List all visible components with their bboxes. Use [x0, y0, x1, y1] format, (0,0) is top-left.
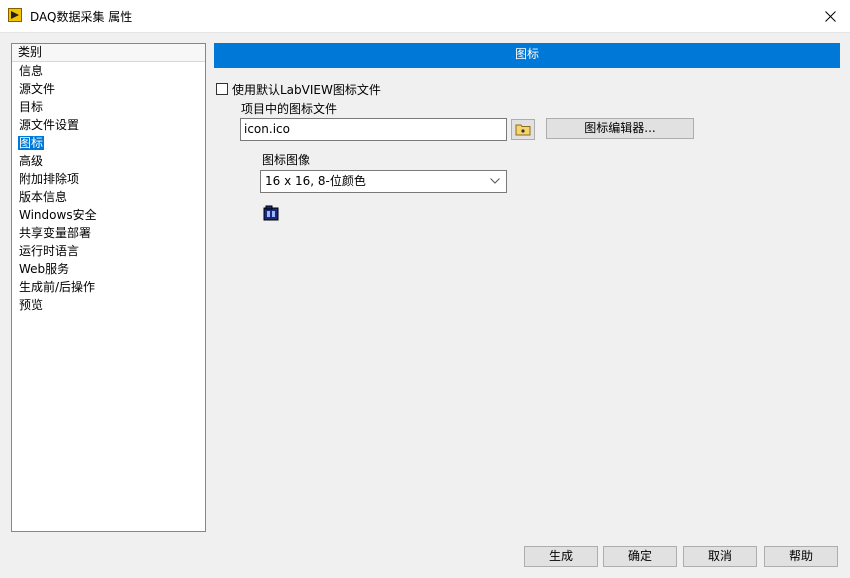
- title-bar: DAQ数据采集 属性: [0, 0, 850, 33]
- category-item-label: 高级: [19, 154, 44, 168]
- category-item[interactable]: 图标: [12, 134, 205, 152]
- close-button[interactable]: [810, 0, 850, 32]
- category-item-label: 生成前/后操作: [19, 280, 96, 294]
- labview-app-icon: [8, 8, 22, 22]
- properties-dialog: DAQ数据采集 属性 类别 信息 源文件 目标 源文件设置 图标 高级 附加排除项 版本信息 W…: [0, 0, 850, 578]
- category-item[interactable]: 附加排除项: [12, 170, 205, 188]
- category-item[interactable]: 信息: [12, 62, 205, 80]
- icon-image-select[interactable]: 16 x 16, 8-位颜色: [260, 170, 507, 193]
- icon-file-input[interactable]: icon.ico: [240, 118, 507, 141]
- category-item-label: 源文件: [19, 82, 56, 96]
- category-item[interactable]: 生成前/后操作: [12, 278, 205, 296]
- category-item-label: 信息: [19, 64, 44, 78]
- category-item-label: 目标: [19, 100, 44, 114]
- icon-image-label: 图标图像: [262, 153, 311, 167]
- category-item-label: 运行时语言: [19, 244, 80, 258]
- category-item-label: 预览: [19, 298, 44, 312]
- category-item[interactable]: 源文件: [12, 80, 205, 98]
- window-title: DAQ数据采集 属性: [30, 10, 133, 24]
- category-item[interactable]: 预览: [12, 296, 205, 314]
- use-default-icon-option[interactable]: 使用默认LabVIEW图标文件: [216, 81, 381, 97]
- icon-file-label: 项目中的图标文件: [241, 102, 338, 116]
- chevron-down-icon: [490, 178, 500, 184]
- category-item-label: Windows安全: [19, 208, 97, 222]
- category-item[interactable]: 共享变量部署: [12, 224, 205, 242]
- icon-editor-button[interactable]: 图标编辑器...: [546, 118, 694, 139]
- use-default-icon-label: 使用默认LabVIEW图标文件: [232, 82, 381, 97]
- category-item[interactable]: 源文件设置: [12, 116, 205, 134]
- close-icon: [824, 10, 836, 22]
- category-list-header: 类别: [12, 44, 205, 62]
- category-item-label: 源文件设置: [19, 118, 80, 132]
- category-item-label: 版本信息: [19, 190, 68, 204]
- category-item[interactable]: 运行时语言: [12, 242, 205, 260]
- cancel-button[interactable]: 取消: [683, 546, 757, 567]
- help-button[interactable]: 帮助: [764, 546, 838, 567]
- build-button[interactable]: 生成: [524, 546, 598, 567]
- category-item[interactable]: Web服务: [12, 260, 205, 278]
- category-item-label: 图标: [18, 136, 45, 150]
- use-default-icon-checkbox[interactable]: [216, 83, 228, 95]
- ok-button[interactable]: 确定: [603, 546, 677, 567]
- category-item[interactable]: 版本信息: [12, 188, 205, 206]
- category-item[interactable]: Windows安全: [12, 206, 205, 224]
- icon-preview: [263, 205, 279, 224]
- category-item-label: Web服务: [19, 262, 70, 276]
- vi-icon-preview-icon: [263, 205, 279, 221]
- category-item-label: 附加排除项: [19, 172, 80, 186]
- icon-image-selected-value: 16 x 16, 8-位颜色: [265, 174, 366, 188]
- category-item[interactable]: 高级: [12, 152, 205, 170]
- section-title: 图标: [214, 43, 840, 68]
- category-list[interactable]: 类别 信息源文件目标源文件设置图标高级附加排除项版本信息 Windows安全 共享变…: [11, 43, 206, 532]
- category-item[interactable]: 目标: [12, 98, 205, 116]
- browse-button[interactable]: [511, 119, 535, 140]
- folder-icon: [515, 124, 531, 136]
- category-item-label: 共享变量部署: [19, 226, 92, 240]
